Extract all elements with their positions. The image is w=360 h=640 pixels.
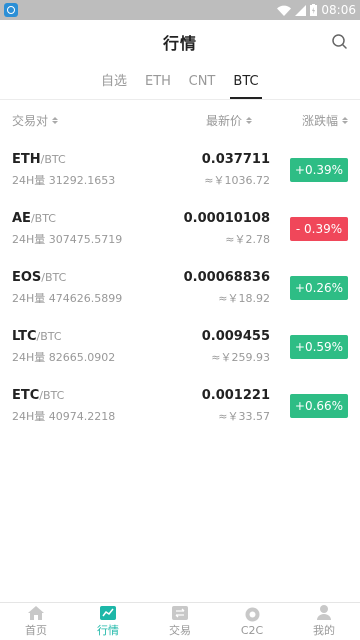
pair-symbol: AE <box>12 210 31 226</box>
pair-quote: /BTC <box>40 152 66 166</box>
pair-volume: 24H量 474626.5899 <box>12 291 123 305</box>
pair-symbol: EOS <box>12 269 42 285</box>
nav-c2c[interactable]: C2C <box>216 603 288 640</box>
bottom-nav: 首页 行情 交易 C2C 我的 <box>0 602 360 640</box>
market-tabs: 自选 ETH CNT BTC <box>0 64 360 100</box>
sort-arrows-icon <box>52 116 59 124</box>
nav-trade[interactable]: 交易 <box>144 603 216 640</box>
column-change-label: 涨跌幅 <box>301 113 338 128</box>
last-price: 0.00068836 <box>183 269 270 285</box>
cny-price: ≈￥18.92 <box>218 291 270 305</box>
home-icon <box>28 605 44 620</box>
signal-icon <box>295 4 307 16</box>
last-price: 0.009455 <box>201 328 270 344</box>
cny-price: ≈￥1036.72 <box>204 173 270 187</box>
pair-quote: /BTC <box>36 329 62 343</box>
last-price: 0.037711 <box>201 151 270 167</box>
last-price: 0.001221 <box>201 387 270 403</box>
nav-profile-label: 我的 <box>313 624 335 637</box>
pair-volume: 24H量 31292.1653 <box>12 173 116 187</box>
pair-quote: /BTC <box>30 211 56 225</box>
market-row-ae[interactable]: AE/BTC 24H量 307475.5719 0.00010108 ≈￥2.7… <box>0 199 360 258</box>
market-row-ltc[interactable]: LTC/BTC 24H量 82665.0902 0.009455 ≈￥259.9… <box>0 317 360 376</box>
chart-icon <box>100 605 116 620</box>
trade-icon <box>172 605 188 620</box>
change-badge: +0.26% <box>290 275 348 300</box>
tab-favorites[interactable]: 自选 <box>92 64 136 99</box>
cny-price: ≈￥259.93 <box>211 350 270 364</box>
cny-price: ≈￥2.78 <box>225 232 270 246</box>
change-badge: +0.39% <box>290 157 348 182</box>
pair-symbol: LTC <box>12 328 37 344</box>
app-header: 行情 <box>0 20 360 64</box>
market-row-etc[interactable]: ETC/BTC 24H量 40974.2218 0.001221 ≈￥33.57… <box>0 376 360 435</box>
nav-c2c-label: C2C <box>240 623 264 637</box>
wifi-icon <box>277 5 292 16</box>
nav-home-label: 首页 <box>25 623 47 637</box>
last-price: 0.00010108 <box>183 210 270 226</box>
status-time: 08:06 <box>321 3 356 17</box>
nav-trade-label: 交易 <box>169 623 191 637</box>
market-row-eos[interactable]: EOS/BTC 24H量 474626.5899 0.00068836 ≈￥18… <box>0 258 360 317</box>
market-list: ETH/BTC 24H量 31292.1653 0.037711 ≈￥1036.… <box>0 140 360 435</box>
sort-by-change[interactable]: 涨跌幅 <box>252 112 348 129</box>
page-title: 行情 <box>162 34 197 53</box>
change-badge: +0.59% <box>290 334 348 359</box>
status-bar: 08:06 <box>0 0 360 20</box>
nav-profile[interactable]: 我的 <box>288 603 360 640</box>
nav-home[interactable]: 首页 <box>0 603 72 640</box>
pair-volume: 24H量 40974.2218 <box>12 409 116 423</box>
change-badge: +0.66% <box>290 393 348 418</box>
pair-quote: /BTC <box>41 270 67 284</box>
pair-quote: /BTC <box>39 388 65 402</box>
tab-btc[interactable]: BTC <box>224 64 268 99</box>
nav-market[interactable]: 行情 <box>72 603 144 640</box>
column-price-label: 最新价 <box>205 113 242 128</box>
c2c-icon <box>245 607 259 621</box>
battery-icon <box>310 4 318 16</box>
app-notification-icon <box>4 3 18 17</box>
user-icon <box>317 605 331 620</box>
pair-volume: 24H量 307475.5719 <box>12 232 123 246</box>
cny-price: ≈￥33.57 <box>218 409 270 423</box>
sort-arrows-icon <box>342 116 348 124</box>
nav-market-label: 行情 <box>97 623 119 637</box>
tab-cnt[interactable]: CNT <box>180 64 224 99</box>
pair-volume: 24H量 82665.0902 <box>12 350 116 364</box>
sort-by-price[interactable]: 最新价 <box>132 112 252 129</box>
sort-by-pair[interactable]: 交易对 <box>12 112 132 129</box>
market-row-eth[interactable]: ETH/BTC 24H量 31292.1653 0.037711 ≈￥1036.… <box>0 140 360 199</box>
tab-eth[interactable]: ETH <box>136 64 180 99</box>
column-header: 交易对 最新价 涨跌幅 <box>0 100 360 140</box>
search-icon[interactable] <box>330 32 350 52</box>
pair-symbol: ETH <box>12 151 41 167</box>
change-badge: - 0.39% <box>290 216 348 241</box>
pair-symbol: ETC <box>12 387 40 403</box>
column-pair-label: 交易对 <box>12 113 49 128</box>
